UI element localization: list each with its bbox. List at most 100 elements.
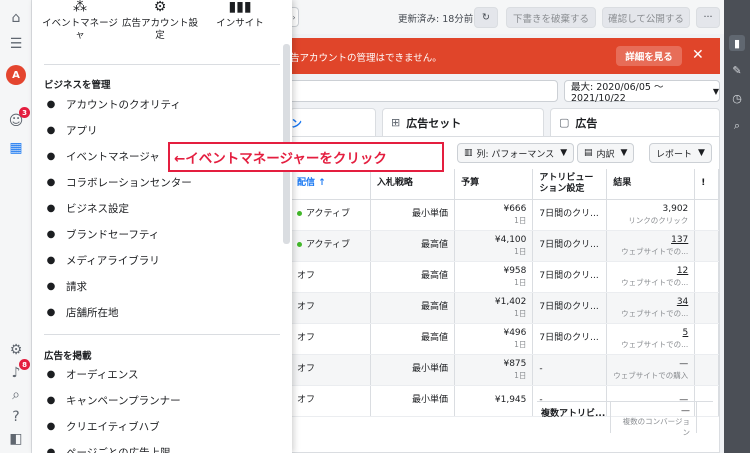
menu-item-label: ビジネス設定 xyxy=(66,202,129,215)
table-row[interactable]: アクティブ 最高値 ¥4,100 1日 7日間のクリ... 137 ウェブサイトでの... xyxy=(291,230,719,262)
table-row[interactable]: オフ 最高値 ¥958 1日 7日間のクリ... 12 ウェブサイトでの... xyxy=(291,261,719,293)
settings-icon[interactable]: ⚙ xyxy=(6,340,26,360)
status-cell[interactable]: オフ xyxy=(291,292,371,324)
menu-item-label: 請求 xyxy=(66,280,87,293)
menu-item-location[interactable]: ● 店舗所在地 xyxy=(44,300,282,324)
more-button[interactable]: ··· xyxy=(696,7,720,28)
pencil-icon[interactable]: ✎ xyxy=(729,62,745,78)
discard-draft-button[interactable]: 下書きを破棄する xyxy=(506,7,596,28)
menu-item-cube[interactable]: ● アプリ xyxy=(44,118,282,142)
status-cell[interactable]: オフ xyxy=(291,354,371,386)
breakdown-dropdown[interactable]: ▤ 内訳 ▼ xyxy=(577,143,635,163)
grid-icon[interactable]: ▦ xyxy=(6,138,26,158)
menu-item-planner[interactable]: ● キャンペーンプランナー xyxy=(44,388,282,412)
result-sub: ウェブサイトでの購入 xyxy=(613,370,689,380)
status-text: オフ xyxy=(297,395,316,405)
bar-chart-icon[interactable]: ▮ xyxy=(729,35,745,51)
columns-dropdown[interactable]: ▥ 列: パフォーマンス ▼ xyxy=(457,143,575,163)
column-header[interactable]: 入札戦略 xyxy=(370,169,456,200)
date-range-picker[interactable]: 最大: 2020/06/05 〜 2021/10/22 ▼ xyxy=(564,80,720,104)
view-details-button[interactable]: 詳細を見る xyxy=(616,46,682,66)
extra-cell xyxy=(694,292,719,324)
breakdown-icon: ▤ xyxy=(584,148,593,158)
budget-sub: 1日 xyxy=(514,308,527,318)
column-header[interactable]: 予算 xyxy=(454,169,534,200)
budget-sub: 1日 xyxy=(514,277,527,287)
budget-cell: ¥1,402 1日 xyxy=(454,292,534,324)
table-row[interactable]: オフ 最小単価 ¥875 1日 - — ウェブサイトでの購入 xyxy=(291,354,719,386)
menu-item-shield-check[interactable]: ● ブランドセーフティ xyxy=(44,222,282,246)
quick-event-manager[interactable]: ⁂ イベントマネージャ xyxy=(40,0,120,42)
result-value[interactable]: 5 xyxy=(683,328,689,338)
menu-item-billing[interactable]: ● 請求 xyxy=(44,274,282,298)
summary-value: — xyxy=(681,406,690,416)
attribution-cell: 7日間のクリ... xyxy=(532,292,608,324)
budget-value: ¥958 xyxy=(503,265,527,276)
result-value[interactable]: 137 xyxy=(671,235,688,245)
column-header[interactable]: アトリビューション設定 xyxy=(532,169,608,200)
close-icon[interactable]: ✕ xyxy=(692,47,704,63)
status-text: オフ xyxy=(297,333,316,343)
column-header[interactable]: ! xyxy=(694,169,719,200)
home-icon[interactable]: ⌂ xyxy=(6,8,26,28)
tab-label: 広告セット xyxy=(406,116,462,130)
budget-cell: ¥958 1日 xyxy=(454,261,534,293)
status-cell[interactable]: アクティブ xyxy=(291,230,371,262)
tab-label: 広告 xyxy=(575,116,598,130)
status-cell[interactable]: オフ xyxy=(291,261,371,293)
tab-campaigns[interactable]: ン xyxy=(290,108,376,136)
columns-icon: ▥ xyxy=(464,148,473,158)
budget-sub: 1日 xyxy=(514,370,527,380)
menu-item-creative-hub[interactable]: ● クリエイティブハブ xyxy=(44,414,282,438)
bell-icon[interactable]: ♪ 8 xyxy=(6,359,30,383)
avatar[interactable]: A xyxy=(6,65,26,85)
report-label: レポート xyxy=(656,149,693,160)
panel-icon[interactable]: ◧ xyxy=(6,429,26,449)
menu-item-media[interactable]: ● メディアライブラリ xyxy=(44,248,282,272)
menu-item-handshake[interactable]: ● コラボレーションセンター xyxy=(44,170,282,194)
result-value[interactable]: 34 xyxy=(677,297,688,307)
quick-ad-account-settings[interactable]: ⚙ 広告アカウント設定 xyxy=(120,0,200,42)
budget-cell: ¥1,945 xyxy=(454,385,534,417)
table-row[interactable]: アクティブ 最小単価 ¥666 1日 7日間のクリ... 3,902 リンクのクリック xyxy=(291,199,719,231)
quick-insights[interactable]: ▮▮▮ インサイト xyxy=(200,0,280,30)
result-cell: 34 ウェブサイトでの... xyxy=(606,292,696,324)
result-value[interactable]: 12 xyxy=(677,266,688,276)
menu-item-gear[interactable]: ● ビジネス設定 xyxy=(44,196,282,220)
table-row[interactable]: オフ 最高値 ¥1,402 1日 7日間のクリ... 34 ウェブサイトでの... xyxy=(291,292,719,324)
result-cell: 3,902 リンクのクリック xyxy=(606,199,696,231)
result-value[interactable]: — xyxy=(679,359,688,369)
bid-strategy-cell: 最高値 xyxy=(370,292,456,324)
notifications-icon[interactable]: ☺ 3 xyxy=(6,107,30,131)
column-header[interactable]: 結果 xyxy=(606,169,696,200)
menu-item-shield[interactable]: ● アカウントのクオリティ xyxy=(44,92,282,116)
all-tools-menu: ⁂ イベントマネージャ ⚙ 広告アカウント設定 ▮▮▮ インサイト ビジネスを管理 ●… xyxy=(32,0,292,453)
status-cell[interactable]: アクティブ xyxy=(291,199,371,231)
zoom-icon[interactable]: ⌕ xyxy=(729,118,745,134)
column-header[interactable]: 配信 ↑ xyxy=(291,169,371,200)
divider xyxy=(44,334,280,335)
review-publish-button[interactable]: 確認して公開する xyxy=(602,7,690,28)
report-dropdown[interactable]: レポート ▼ xyxy=(649,143,712,163)
clock-icon[interactable]: ◷ xyxy=(729,90,745,106)
ads-icon: ▢ xyxy=(559,116,570,129)
status-cell[interactable]: オフ xyxy=(291,323,371,355)
tab-ad-sets[interactable]: ⊞ 広告セット xyxy=(382,108,544,136)
result-sub: ウェブサイトでの... xyxy=(621,277,689,287)
budget-value: ¥4,100 xyxy=(494,234,527,245)
refresh-button[interactable]: ↻ xyxy=(474,7,498,28)
menu-item-page-limit[interactable]: ● ページごとの広告上限 xyxy=(44,440,282,453)
budget-sub: 1日 xyxy=(514,339,527,349)
menu-item-audience[interactable]: ● オーディエンス xyxy=(44,362,282,386)
event-manager-icon: ● xyxy=(46,150,56,162)
tab-ads[interactable]: ▢ 広告 xyxy=(550,108,720,136)
help-icon[interactable]: ? xyxy=(6,407,26,427)
result-value[interactable]: 3,902 xyxy=(663,204,689,214)
status-cell[interactable]: オフ xyxy=(291,385,371,417)
budget-value: ¥1,402 xyxy=(494,296,527,307)
alert-text: 告アカウントの管理はできません。 xyxy=(290,53,442,64)
menu-icon[interactable]: ☰ xyxy=(6,34,26,54)
search-icon[interactable]: ⌕ xyxy=(6,385,26,405)
attribution-cell: 7日間のクリ... xyxy=(532,199,608,231)
table-row[interactable]: オフ 最高値 ¥496 1日 7日間のクリ... 5 ウェブサイトでの... xyxy=(291,323,719,355)
